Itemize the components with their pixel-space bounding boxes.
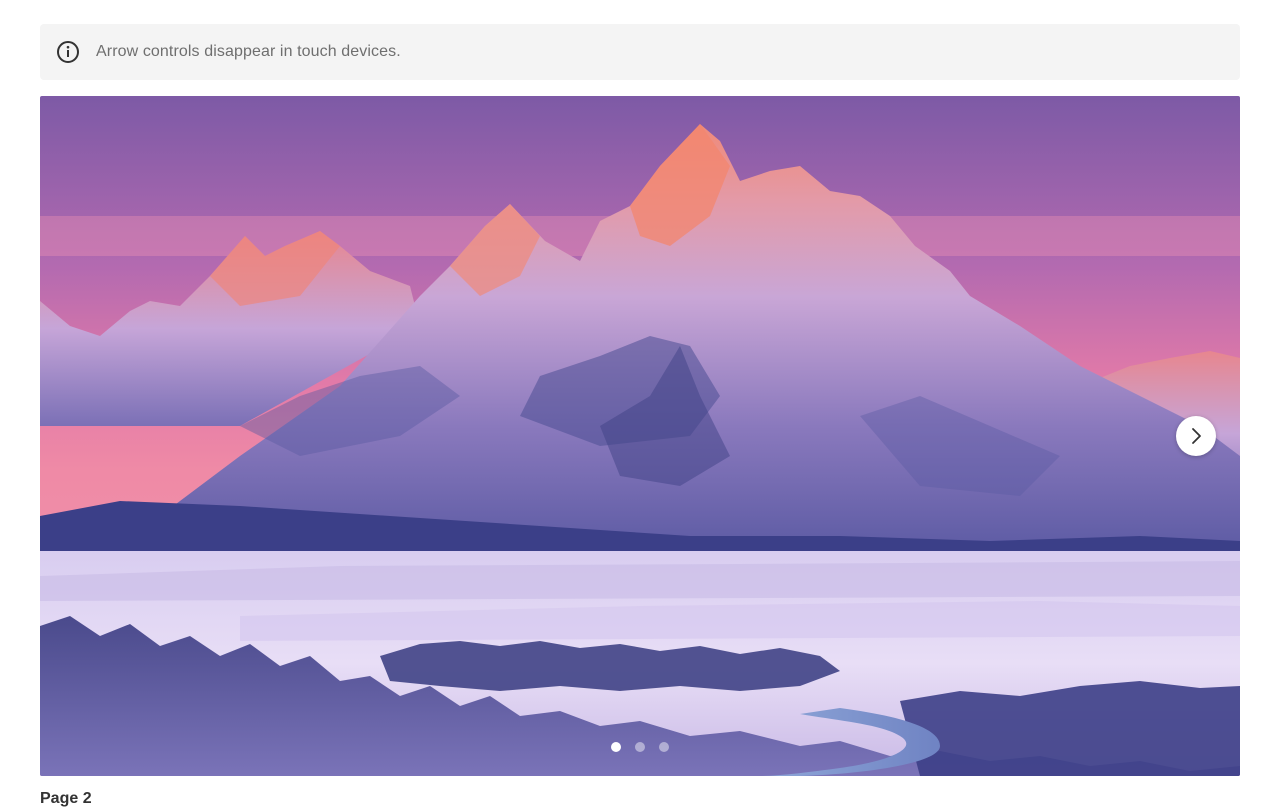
- page-caption: Page 2: [40, 790, 92, 807]
- mountain-landscape-image: [40, 96, 1240, 776]
- notice-text: Arrow controls disappear in touch device…: [96, 43, 401, 60]
- slide-dot-3[interactable]: [659, 742, 669, 752]
- slide-dot-2[interactable]: [635, 742, 645, 752]
- next-slide-button[interactable]: [1176, 416, 1216, 456]
- info-icon: [56, 40, 80, 64]
- info-notice: Arrow controls disappear in touch device…: [40, 24, 1240, 80]
- slide-indicators: [40, 742, 1240, 752]
- chevron-right-icon: [1192, 428, 1201, 444]
- slide-dot-1[interactable]: [611, 742, 621, 752]
- image-carousel[interactable]: [40, 96, 1240, 776]
